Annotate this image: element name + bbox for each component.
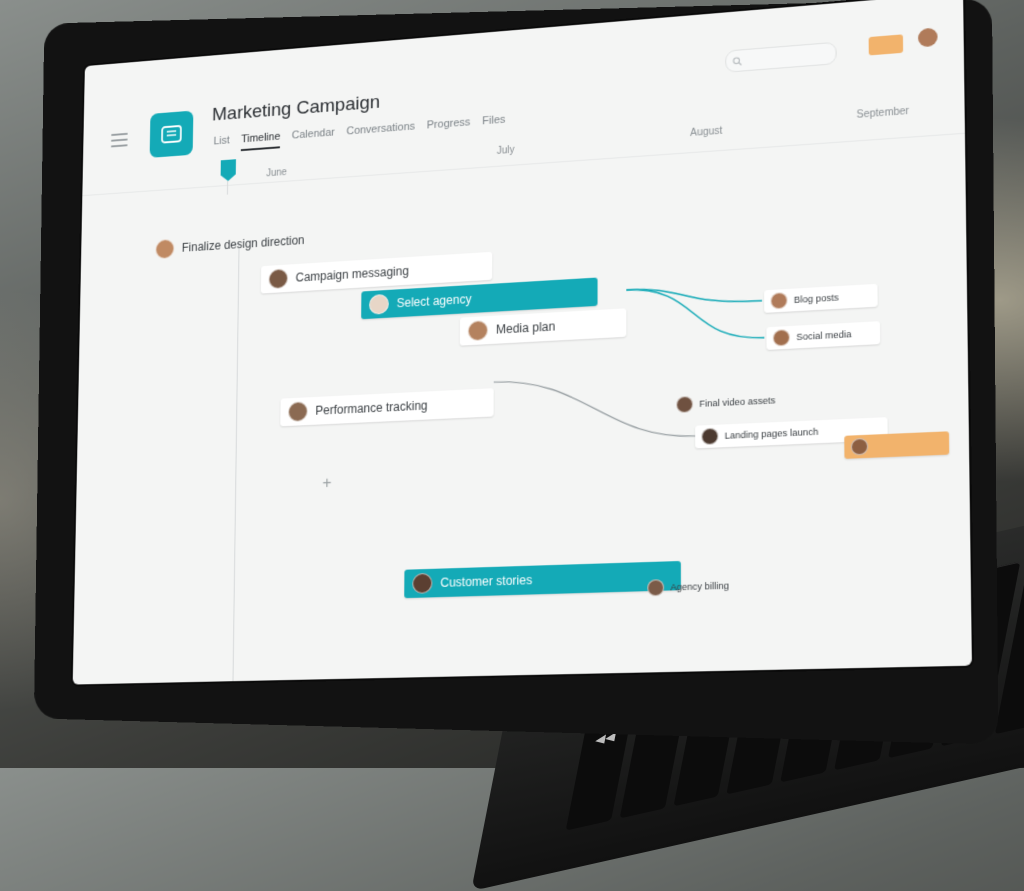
tab-timeline[interactable]: Timeline <box>240 130 281 152</box>
assignee-avatar <box>701 427 719 446</box>
task-orange[interactable] <box>844 431 950 459</box>
upgrade-button[interactable] <box>868 34 904 56</box>
assignee-avatar <box>770 292 788 310</box>
task-label: Landing pages launch <box>724 426 819 441</box>
assignee-avatar <box>369 293 389 315</box>
task-label: Campaign messaging <box>295 263 409 285</box>
tab-calendar[interactable]: Calendar <box>292 127 335 148</box>
assignee-avatar <box>155 238 175 260</box>
assignee-avatar <box>647 579 665 597</box>
task-label: Customer stories <box>440 572 533 590</box>
month-label: September <box>856 105 910 121</box>
task-label: Select agency <box>396 291 472 311</box>
task-label: Blog posts <box>793 292 839 306</box>
task-label: Agency billing <box>670 580 730 593</box>
user-avatar[interactable] <box>917 27 938 48</box>
search-box[interactable] <box>725 41 837 73</box>
task-label: Media plan <box>495 319 556 337</box>
tab-files[interactable]: Files <box>482 114 505 134</box>
task-agency-billing[interactable]: Agency billing <box>641 572 789 599</box>
assignee-avatar <box>676 395 694 414</box>
list-icon <box>161 125 182 144</box>
task-label: Final video assets <box>699 395 776 409</box>
tab-progress[interactable]: Progress <box>427 116 471 137</box>
task-label: Social media <box>796 328 852 343</box>
assignee-avatar <box>412 572 433 594</box>
month-label: June <box>266 167 288 180</box>
assignee-avatar <box>268 268 289 290</box>
month-label: July <box>496 144 515 157</box>
tab-conversations[interactable]: Conversations <box>346 121 415 144</box>
month-label: August <box>690 125 723 140</box>
assignee-avatar <box>772 329 790 347</box>
assignee-avatar <box>288 401 308 423</box>
project-icon <box>149 110 194 158</box>
page-title: Marketing Campaign <box>211 91 381 126</box>
app-window: Marketing Campaign List Timeline Calenda… <box>72 0 972 685</box>
assignee-avatar <box>467 320 488 342</box>
task-label: Performance tracking <box>315 398 428 418</box>
assignee-avatar <box>850 437 869 456</box>
task-label: Finalize design direction <box>181 233 305 255</box>
menu-icon[interactable] <box>110 132 128 148</box>
add-task-icon[interactable]: + <box>322 475 338 492</box>
search-icon <box>732 56 741 66</box>
tab-list[interactable]: List <box>213 135 229 154</box>
search-input[interactable] <box>741 47 829 67</box>
